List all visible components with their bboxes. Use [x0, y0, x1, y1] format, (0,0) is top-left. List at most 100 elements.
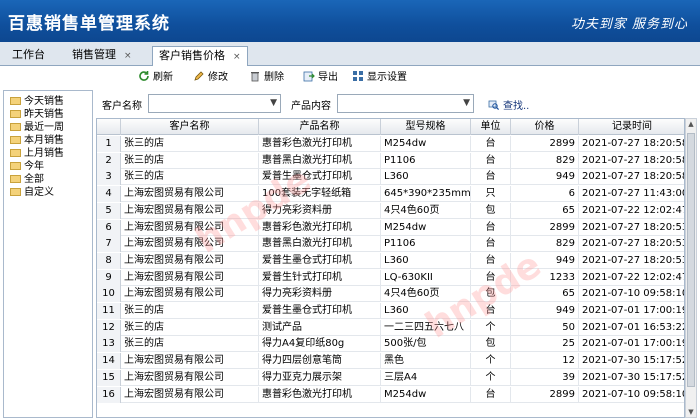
table-cell: 包: [471, 286, 511, 303]
table-header: 客户名称 产品名称 型号规格 单位 价格 记录时间: [97, 119, 684, 135]
search-button[interactable]: 查找..: [488, 97, 529, 112]
folder-icon: [10, 110, 21, 118]
tree-item-yesterday[interactable]: 昨天销售: [10, 108, 64, 121]
table-cell: L360: [381, 169, 471, 186]
tree-item-this-year[interactable]: 今年: [10, 160, 44, 173]
table-cell: 惠普彩色激光打印机: [259, 386, 381, 403]
table-cell: 一二三四五六七八: [381, 319, 471, 336]
table-cell: 台: [471, 136, 511, 152]
table-cell: 2021-07-01 17:00:19: [579, 303, 684, 319]
table-row[interactable]: 3 张三的店 爱普生墨仓式打印机 L360 台 949 2021-07-27 18:20:5…: [97, 169, 684, 186]
tree-item-this-month[interactable]: 本月销售: [10, 134, 64, 147]
column-header[interactable]: 单位: [471, 119, 511, 135]
table-row[interactable]: 16 上海宏图贸易有限公司 惠普彩色激光打印机 M254dw 台 2899 2021-07-…: [97, 386, 684, 403]
tree-item-label: 今年: [24, 161, 44, 172]
tree-item-custom[interactable]: 自定义: [10, 186, 54, 199]
tree-item-today[interactable]: 今天销售: [10, 95, 64, 108]
delete-label: 删除: [264, 72, 284, 83]
column-header[interactable]: 价格: [511, 119, 579, 135]
table-row[interactable]: 6 上海宏图贸易有限公司 惠普彩色激光打印机 M254dw 台 2899 2021-07-2…: [97, 219, 684, 236]
edit-label: 修改: [208, 72, 228, 83]
title-bar: 百惠销售单管理系统 功夫到家 服务到心: [0, 0, 700, 42]
table-cell: 个: [471, 319, 511, 336]
tab-workbench[interactable]: 工作台: [6, 46, 51, 66]
table-cell: 张三的店: [121, 336, 259, 353]
edit-button[interactable]: 修改: [193, 70, 228, 86]
app-title: 百惠销售单管理系统: [8, 14, 170, 34]
table-row[interactable]: 12 张三的店 测试产品 一二三四五六七八个 50 2021-07-01 16:53:22: [97, 319, 684, 336]
table-row[interactable]: 11 张三的店 爱普生墨仓式打印机 L360 台 949 2021-07-01 17:00:…: [97, 303, 684, 319]
table-cell: 2021-07-27 18:20:58: [579, 153, 684, 169]
table-row[interactable]: 2 张三的店 惠普黑白激光打印机 P1106 台 829 2021-07-27 18:20:…: [97, 152, 684, 169]
tree-item-last-month[interactable]: 上月销售: [10, 147, 64, 160]
table-cell: 上海宏图贸易有限公司: [121, 353, 259, 370]
table-cell: 黑色: [381, 353, 471, 370]
table-cell: 1233: [511, 269, 579, 286]
table-cell: 包: [471, 202, 511, 219]
row-number-cell: 16: [97, 386, 121, 403]
table-cell: 39: [511, 369, 579, 386]
delete-button[interactable]: 删除: [249, 70, 284, 86]
table-cell: 100套装无字轻纸箱: [259, 186, 381, 203]
column-header[interactable]: 客户名称: [121, 119, 259, 135]
product-select[interactable]: ▼: [337, 94, 474, 113]
scroll-down-icon[interactable]: ▼: [686, 408, 696, 416]
table-row[interactable]: 10 上海宏图贸易有限公司 得力亮彩资料册 4只4色60页包 65 2021-07-10 …: [97, 286, 684, 303]
refresh-button[interactable]: 刷新: [138, 70, 173, 86]
tree-item-last-week[interactable]: 最近一周: [10, 121, 64, 134]
app-slogan: 功夫到家 服务到心: [570, 17, 688, 32]
table-cell: 爱普生墨仓式打印机: [259, 169, 381, 186]
table-cell: LQ-630KII: [381, 269, 471, 286]
table-cell: 台: [471, 269, 511, 286]
table-cell: 台: [471, 219, 511, 236]
folder-icon: [10, 136, 21, 144]
tab-sales-management[interactable]: 销售管理 ×: [66, 46, 138, 66]
table-cell: 2021-07-27 18:20:53: [579, 236, 684, 252]
table-row[interactable]: 15 上海宏图贸易有限公司 得力亚克力展示架 三层A4 个 39 2021-07-30 15…: [97, 369, 684, 386]
tree-item-all[interactable]: 全部: [10, 173, 44, 186]
scroll-thumb[interactable]: [687, 133, 695, 387]
table-row[interactable]: 5 上海宏图贸易有限公司 得力亮彩资料册 4只4色60页包 65 2021-07-22 1…: [97, 202, 684, 219]
table-cell: 台: [471, 252, 511, 269]
table-cell: 2021-07-01 17:00:19: [579, 336, 684, 352]
table-cell: 台: [471, 169, 511, 186]
table-cell: L360: [381, 252, 471, 269]
table-cell: L360: [381, 303, 471, 319]
close-icon[interactable]: ×: [124, 51, 132, 61]
customer-select[interactable]: ▼: [148, 94, 281, 113]
table-cell: 65: [511, 286, 579, 303]
table-row[interactable]: 13 张三的店 得力A4复印纸80g 500张/包包 25 2021-07-01 17:0…: [97, 336, 684, 353]
table-row[interactable]: 8 上海宏图贸易有限公司 爱普生墨仓式打印机 L360 台 949 2021-07-27 1…: [97, 252, 684, 269]
folder-icon: [10, 188, 21, 196]
export-icon: [303, 71, 315, 82]
table-cell: P1106: [381, 236, 471, 253]
table-cell: 2021-07-22 12:02:47: [579, 203, 684, 219]
tab-label: 销售管理: [72, 48, 116, 61]
table-cell: 2021-07-10 09:58:10: [579, 286, 684, 302]
table-cell: 949: [511, 303, 579, 319]
table-row[interactable]: 1 张三的店 惠普彩色激光打印机 M254dw 台 2899 2021-07-27 18:2…: [97, 136, 684, 152]
vertical-scrollbar[interactable]: ▲ ▼: [685, 118, 697, 418]
close-icon[interactable]: ×: [233, 52, 241, 62]
table-row[interactable]: 14 上海宏图贸易有限公司 得力四层创意笔筒 黑色个 12 2021-07-30 15:1…: [97, 353, 684, 370]
table-cell: 上海宏图贸易有限公司: [121, 236, 259, 253]
export-button[interactable]: 导出: [303, 70, 338, 86]
column-header[interactable]: 记录时间: [579, 119, 684, 135]
table-cell: 500张/包: [381, 336, 471, 353]
table-cell: 台: [471, 386, 511, 403]
column-header[interactable]: 产品名称: [259, 119, 381, 135]
table-cell: 个: [471, 369, 511, 386]
table-row[interactable]: 9 上海宏图贸易有限公司 爱普生针式打印机 LQ-630KII 台 1233 2021-07…: [97, 269, 684, 286]
table-cell: 2021-07-27 18:20:53: [579, 253, 684, 269]
scroll-up-icon[interactable]: ▲: [686, 120, 696, 128]
table-cell: 12: [511, 353, 579, 370]
row-number-cell: 2: [97, 152, 121, 169]
column-header[interactable]: 型号规格: [381, 119, 471, 135]
display-settings-button[interactable]: 显示设置: [352, 70, 407, 86]
refresh-icon: [139, 71, 149, 81]
table-row[interactable]: 4 上海宏图贸易有限公司 100套装无字轻纸箱 645*390*235mm 只 6 2021…: [97, 186, 684, 203]
table-row[interactable]: 7 上海宏图贸易有限公司 惠普黑白激光打印机 P1106 台 829 2021-07-27 …: [97, 236, 684, 253]
table-cell: 2021-07-27 18:20:58: [579, 169, 684, 185]
tab-customer-price[interactable]: 客户销售价格 ×: [152, 46, 248, 66]
table-cell: 4只4色60页: [381, 202, 471, 219]
